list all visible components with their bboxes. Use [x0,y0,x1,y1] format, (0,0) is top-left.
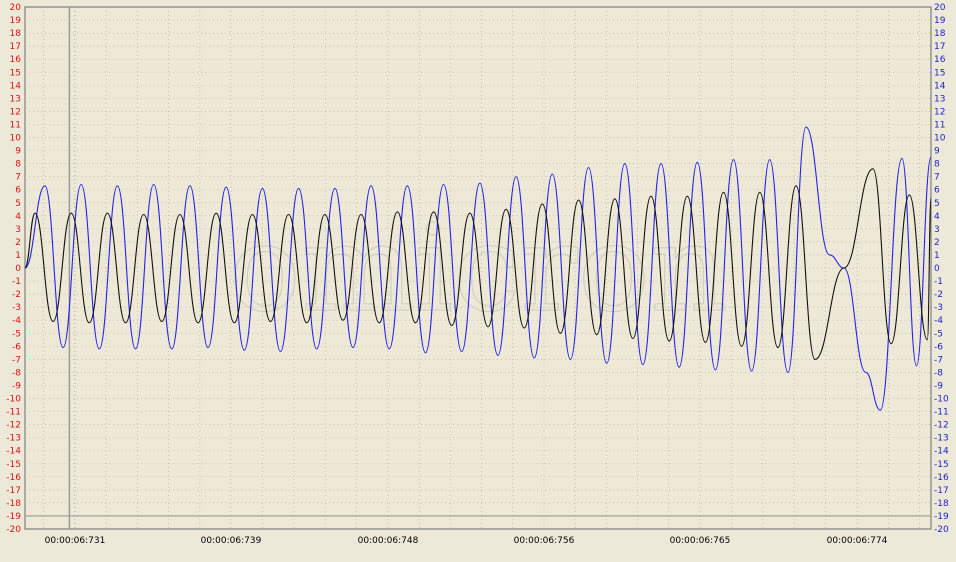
y-tick-label-right: -20 [934,525,949,535]
y-tick-label-left: -8 [12,368,21,378]
y-tick-label-left: 4 [15,212,21,222]
y-tick-label-right: 19 [934,16,946,26]
y-tick-label-left: -14 [6,447,21,457]
x-tick-label: 00:00:06:774 [827,536,888,546]
y-tick-label-left: 17 [10,42,21,52]
y-tick-label-right: -11 [934,408,949,418]
y-tick-label-right: -19 [934,512,949,522]
y-tick-label-right: -2 [934,290,943,300]
y-tick-label-right: -6 [934,342,943,352]
y-tick-label-right: -15 [934,460,949,470]
y-tick-label-left: 6 [15,186,21,196]
y-tick-label-right: 7 [934,173,940,183]
x-tick-label: 00:00:06:748 [358,536,419,546]
y-tick-label-right: 12 [934,107,945,117]
y-tick-label-left: 16 [10,55,22,65]
y-tick-label-left: -10 [6,395,21,405]
y-tick-label-right: -9 [934,381,943,391]
y-tick-label-left: -11 [6,408,21,418]
y-tick-label-right: 5 [934,199,940,209]
y-tick-label-left: -16 [6,473,21,483]
y-tick-label-left: -5 [12,329,21,339]
y-tick-label-left: 13 [10,94,21,104]
y-tick-label-left: -6 [12,342,21,352]
waveform-chart: omicron 20191817161514131211109876543210… [6,3,949,546]
y-tick-label-right: -1 [934,277,943,287]
y-tick-label-right: -17 [934,486,949,496]
y-tick-label-right: -12 [934,421,949,431]
y-tick-label-left: -19 [6,512,21,522]
y-tick-label-right: 18 [934,29,946,39]
y-tick-label-left: 19 [10,16,22,26]
y-tick-label-left: -7 [12,355,21,365]
y-tick-label-right: 9 [934,147,940,157]
y-tick-label-right: 13 [934,94,945,104]
y-tick-label-right: 8 [934,160,940,170]
y-tick-label-left: 10 [10,134,22,144]
y-tick-label-left: 0 [15,264,21,274]
y-tick-label-left: -4 [12,316,21,326]
x-tick-label: 00:00:06:765 [670,536,731,546]
y-tick-label-left: 20 [10,3,22,13]
y-tick-label-left: -15 [6,460,21,470]
y-tick-label-left: 8 [15,160,21,170]
y-tick-label-left: -18 [6,499,21,509]
y-tick-label-left: -12 [6,421,21,431]
y-tick-label-left: -1 [12,277,21,287]
y-tick-label-left: -3 [12,303,21,313]
y-tick-label-right: 16 [934,55,946,65]
y-tick-label-left: 9 [15,147,21,157]
y-tick-label-left: -2 [12,290,21,300]
y-tick-label-left: 5 [15,199,21,209]
y-tick-label-right: -7 [934,355,943,365]
y-tick-label-right: 4 [934,212,940,222]
x-tick-label: 00:00:06:756 [514,536,575,546]
y-tick-label-right: 3 [934,225,940,235]
y-tick-label-right: -14 [934,447,949,457]
y-axis-left: 20191817161514131211109876543210-1-2-3-4… [6,3,21,535]
y-tick-label-right: -5 [934,329,943,339]
y-tick-label-left: 12 [10,107,21,117]
y-tick-label-right: -13 [934,434,949,444]
y-tick-label-right: 20 [934,3,946,13]
y-tick-label-right: -10 [934,395,949,405]
y-tick-label-right: 11 [934,120,945,130]
y-tick-label-left: -17 [6,486,21,496]
y-tick-label-left: -9 [12,381,21,391]
y-tick-label-right: 6 [934,186,940,196]
y-tick-label-left: 11 [10,120,21,130]
y-tick-label-right: 2 [934,238,940,248]
y-axis-right: 20191817161514131211109876543210-1-2-3-4… [934,3,949,535]
y-tick-label-right: 15 [934,68,945,78]
y-tick-label-right: -16 [934,473,949,483]
y-tick-label-left: 3 [15,225,21,235]
y-tick-label-right: 14 [934,81,946,91]
x-tick-label: 00:00:06:739 [201,536,262,546]
y-tick-label-left: 18 [10,29,22,39]
y-tick-label-right: 1 [934,251,940,261]
y-tick-label-right: -8 [934,368,943,378]
y-tick-label-left: 7 [15,173,21,183]
x-tick-label: 00:00:06:731 [45,536,106,546]
y-tick-label-right: 10 [934,134,946,144]
y-tick-label-left: -20 [6,525,21,535]
y-tick-label-right: 0 [934,264,940,274]
y-tick-label-right: -18 [934,499,949,509]
y-tick-label-right: -4 [934,316,943,326]
x-axis: 00:00:06:731 00:00:06:739 00:00:06:748 00:0… [45,536,888,546]
y-tick-label-left: 1 [15,251,21,261]
y-tick-label-left: -13 [6,434,21,444]
y-tick-label-right: -3 [934,303,943,313]
y-tick-label-right: 17 [934,42,945,52]
y-tick-label-left: 2 [15,238,21,248]
y-tick-label-left: 15 [10,68,21,78]
y-tick-label-left: 14 [10,81,22,91]
